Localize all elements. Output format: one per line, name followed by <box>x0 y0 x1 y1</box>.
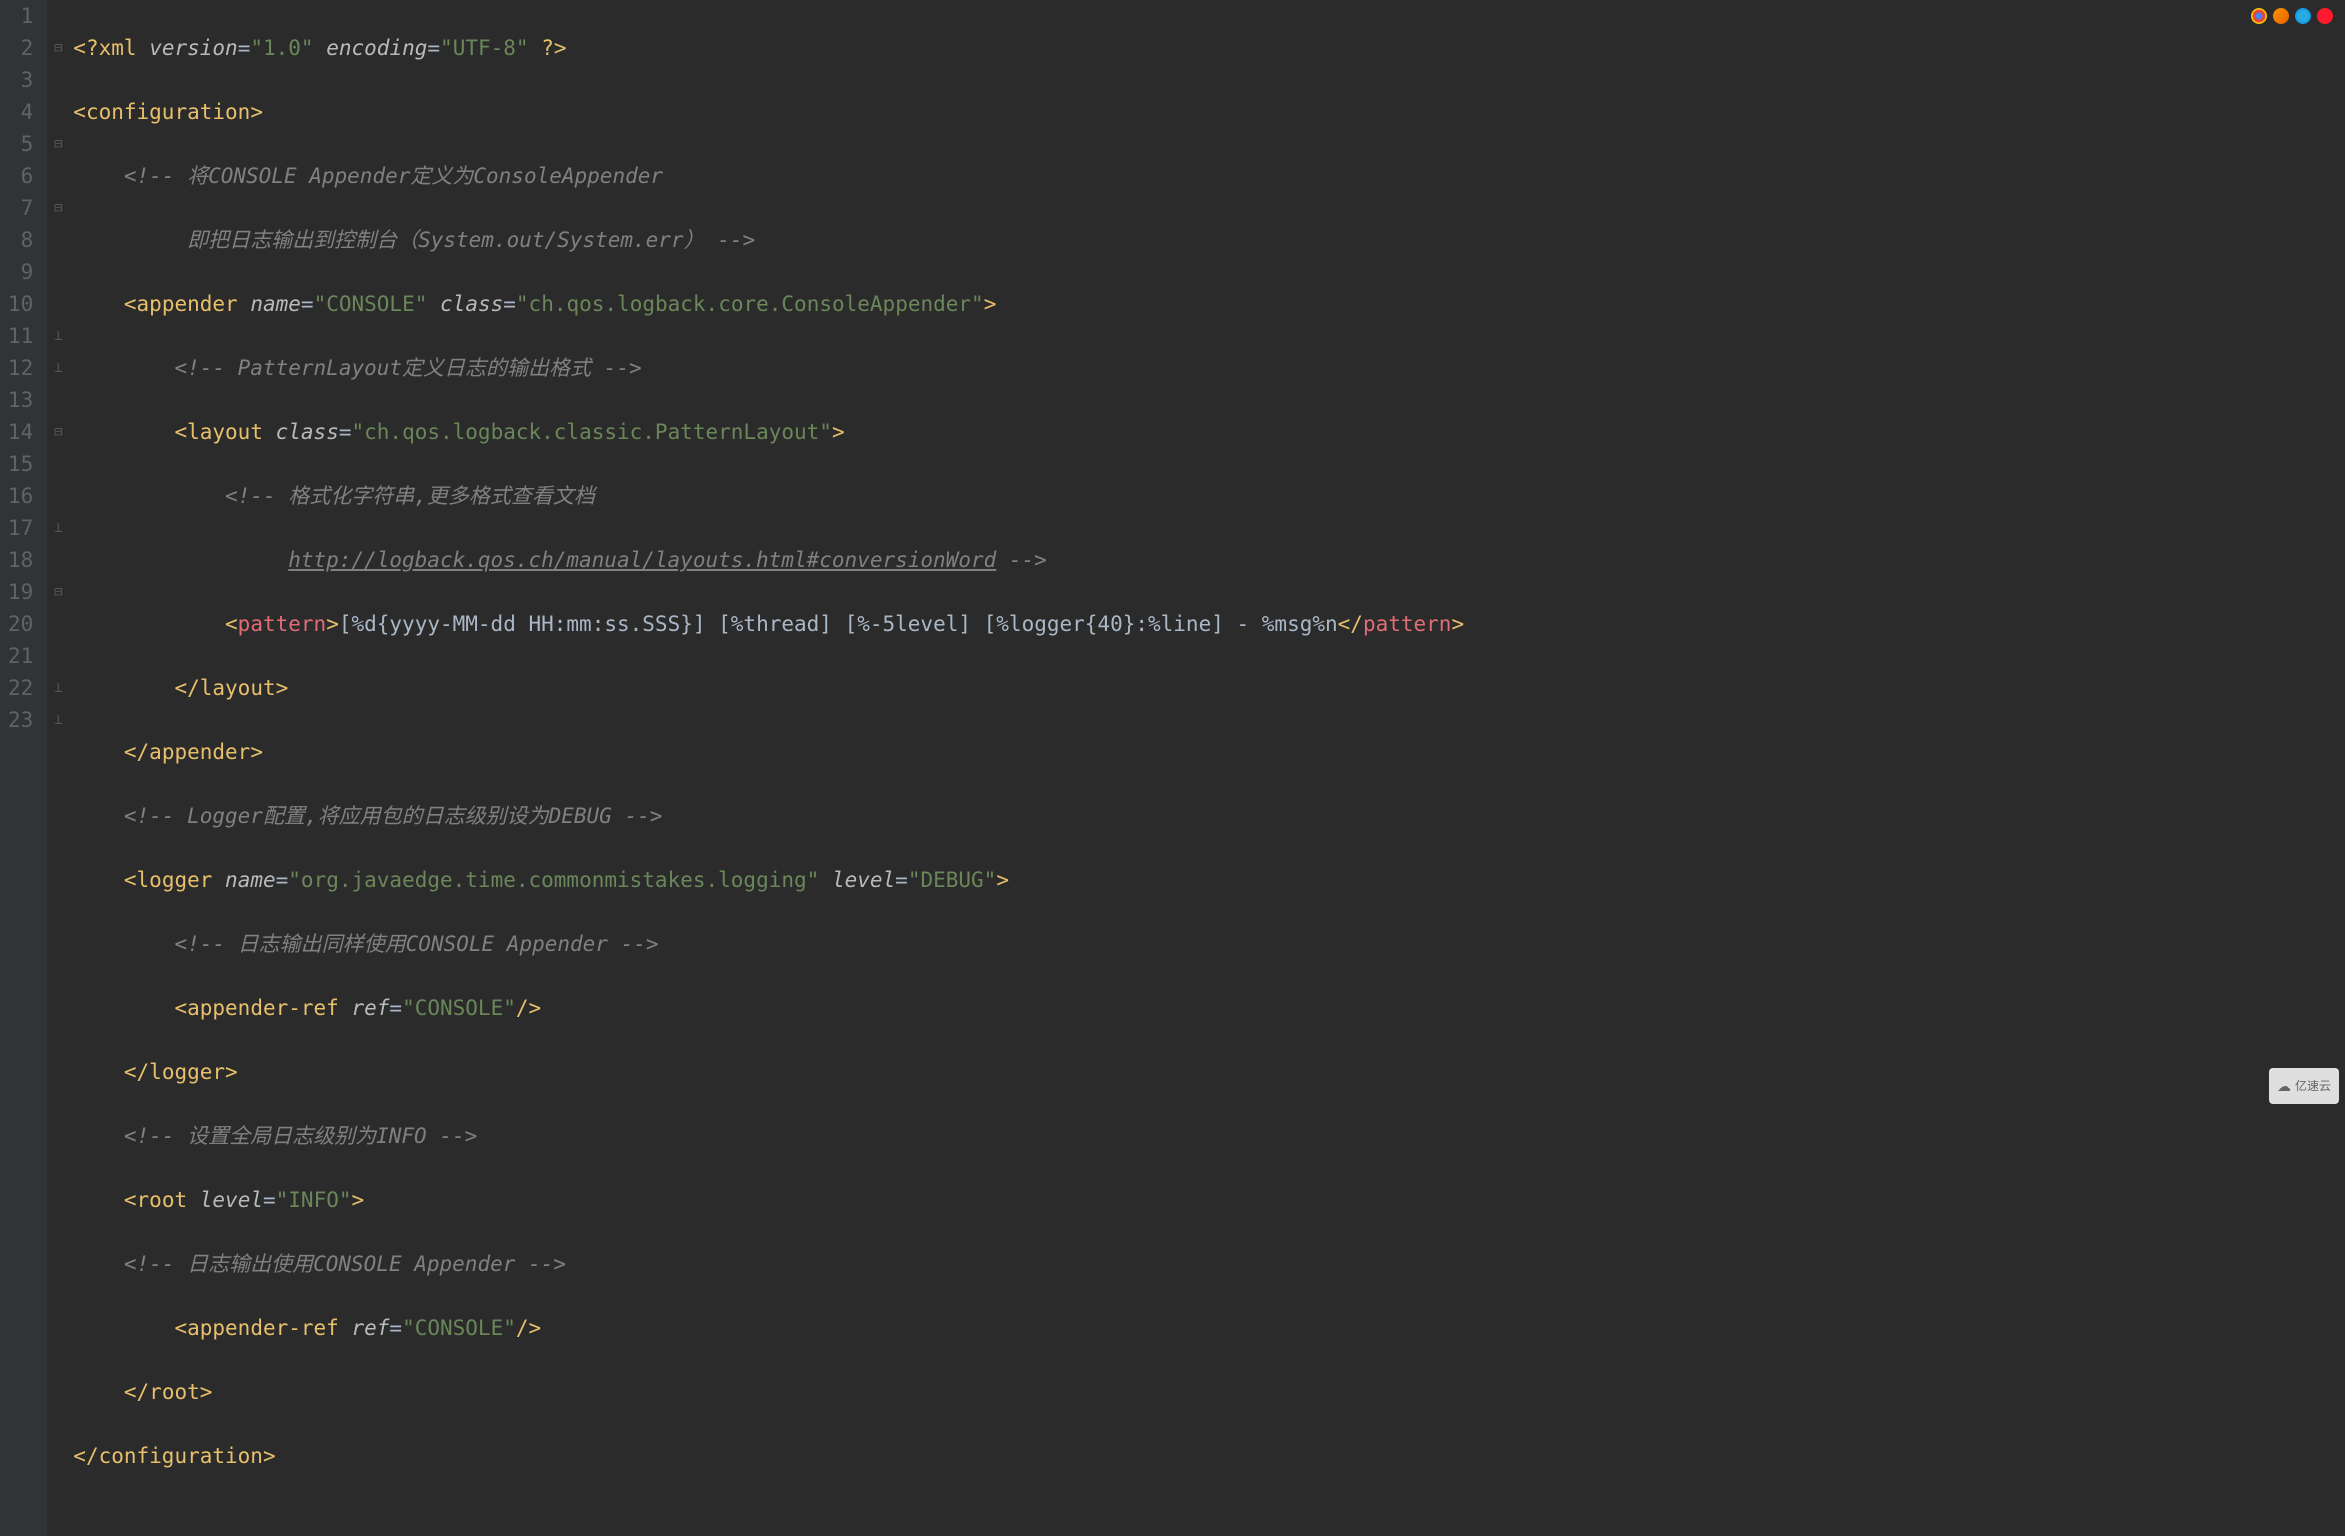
edge-icon[interactable] <box>2295 8 2311 24</box>
fold-gutter: ⊟ ⊟ ⊟ ⊥ ⊥ ⊟ ⊥ ⊟ ⊥ ⊥ <box>47 0 69 1536</box>
line-number: 8 <box>8 224 33 256</box>
fold-end-icon[interactable]: ⊥ <box>47 672 69 704</box>
line-number: 7 <box>8 192 33 224</box>
fold-marker-icon[interactable]: ⊟ <box>47 416 69 448</box>
opera-icon[interactable] <box>2317 8 2333 24</box>
code-line: <!-- 日志输出同样使用CONSOLE Appender --> <box>73 928 2345 960</box>
code-line: 即把日志输出到控制台（System.out/System.err） --> <box>73 224 2345 256</box>
line-number: 15 <box>8 448 33 480</box>
line-number: 13 <box>8 384 33 416</box>
watermark-badge: ☁ 亿速云 <box>2269 1068 2339 1104</box>
line-number: 23 <box>8 704 33 736</box>
line-number: 22 <box>8 672 33 704</box>
line-number: 14 <box>8 416 33 448</box>
fold-end-icon[interactable]: ⊥ <box>47 704 69 736</box>
code-line: <!-- 日志输出使用CONSOLE Appender --> <box>73 1248 2345 1280</box>
line-number: 18 <box>8 544 33 576</box>
line-number: 9 <box>8 256 33 288</box>
code-line: <pattern>[%d{yyyy-MM-dd HH:mm:ss.SSS}] [… <box>73 608 2345 640</box>
code-line: <!-- 格式化字符串,更多格式查看文档 <box>73 480 2345 512</box>
line-number: 19 <box>8 576 33 608</box>
code-line: </logger> <box>73 1056 2345 1088</box>
code-line: </root> <box>73 1376 2345 1408</box>
cloud-icon: ☁ <box>2277 1070 2291 1102</box>
comment-link[interactable]: http://logback.qos.ch/manual/layouts.htm… <box>288 548 996 572</box>
line-number-gutter: 1 2 3 4 5 6 7 8 9 10 11 12 13 14 15 16 1… <box>0 0 47 1536</box>
fold-marker-icon[interactable]: ⊟ <box>47 576 69 608</box>
code-line: <layout class="ch.qos.logback.classic.Pa… <box>73 416 2345 448</box>
line-number: 5 <box>8 128 33 160</box>
line-number: 20 <box>8 608 33 640</box>
code-line: <!-- 将CONSOLE Appender定义为ConsoleAppender <box>73 160 2345 192</box>
line-number: 12 <box>8 352 33 384</box>
fold-marker-icon[interactable]: ⊟ <box>47 32 69 64</box>
code-line: <!-- Logger配置,将应用包的日志级别设为DEBUG --> <box>73 800 2345 832</box>
code-line: <!-- 设置全局日志级别为INFO --> <box>73 1120 2345 1152</box>
code-editor: 1 2 3 4 5 6 7 8 9 10 11 12 13 14 15 16 1… <box>0 0 2345 1536</box>
watermark-text: 亿速云 <box>2295 1070 2331 1102</box>
code-line: http://logback.qos.ch/manual/layouts.htm… <box>73 544 2345 576</box>
line-number: 11 <box>8 320 33 352</box>
code-area[interactable]: <?xml version="1.0" encoding="UTF-8" ?> … <box>69 0 2345 1536</box>
line-number: 4 <box>8 96 33 128</box>
line-number: 17 <box>8 512 33 544</box>
line-number: 3 <box>8 64 33 96</box>
chrome-icon[interactable] <box>2251 8 2267 24</box>
line-number: 1 <box>8 0 33 32</box>
code-line: <configuration> <box>73 96 2345 128</box>
fold-end-icon[interactable]: ⊥ <box>47 320 69 352</box>
firefox-icon[interactable] <box>2273 8 2289 24</box>
line-number: 21 <box>8 640 33 672</box>
line-number: 2 <box>8 32 33 64</box>
fold-marker-icon[interactable] <box>47 0 69 32</box>
code-line: <appender-ref ref="CONSOLE"/> <box>73 1312 2345 1344</box>
code-line: <appender-ref ref="CONSOLE"/> <box>73 992 2345 1024</box>
fold-end-icon[interactable]: ⊥ <box>47 512 69 544</box>
code-line: </configuration> <box>73 1440 2345 1472</box>
fold-marker-icon[interactable]: ⊟ <box>47 128 69 160</box>
browser-icons-toolbar <box>2251 8 2333 24</box>
line-number: 16 <box>8 480 33 512</box>
line-number: 10 <box>8 288 33 320</box>
code-line: </appender> <box>73 736 2345 768</box>
code-line: <logger name="org.javaedge.time.commonmi… <box>73 864 2345 896</box>
code-line: </layout> <box>73 672 2345 704</box>
code-line: <root level="INFO"> <box>73 1184 2345 1216</box>
fold-marker-icon[interactable]: ⊟ <box>47 192 69 224</box>
fold-end-icon[interactable]: ⊥ <box>47 352 69 384</box>
line-number: 6 <box>8 160 33 192</box>
code-line: <appender name="CONSOLE" class="ch.qos.l… <box>73 288 2345 320</box>
code-line: <!-- PatternLayout定义日志的输出格式 --> <box>73 352 2345 384</box>
code-line: <?xml version="1.0" encoding="UTF-8" ?> <box>73 32 2345 64</box>
